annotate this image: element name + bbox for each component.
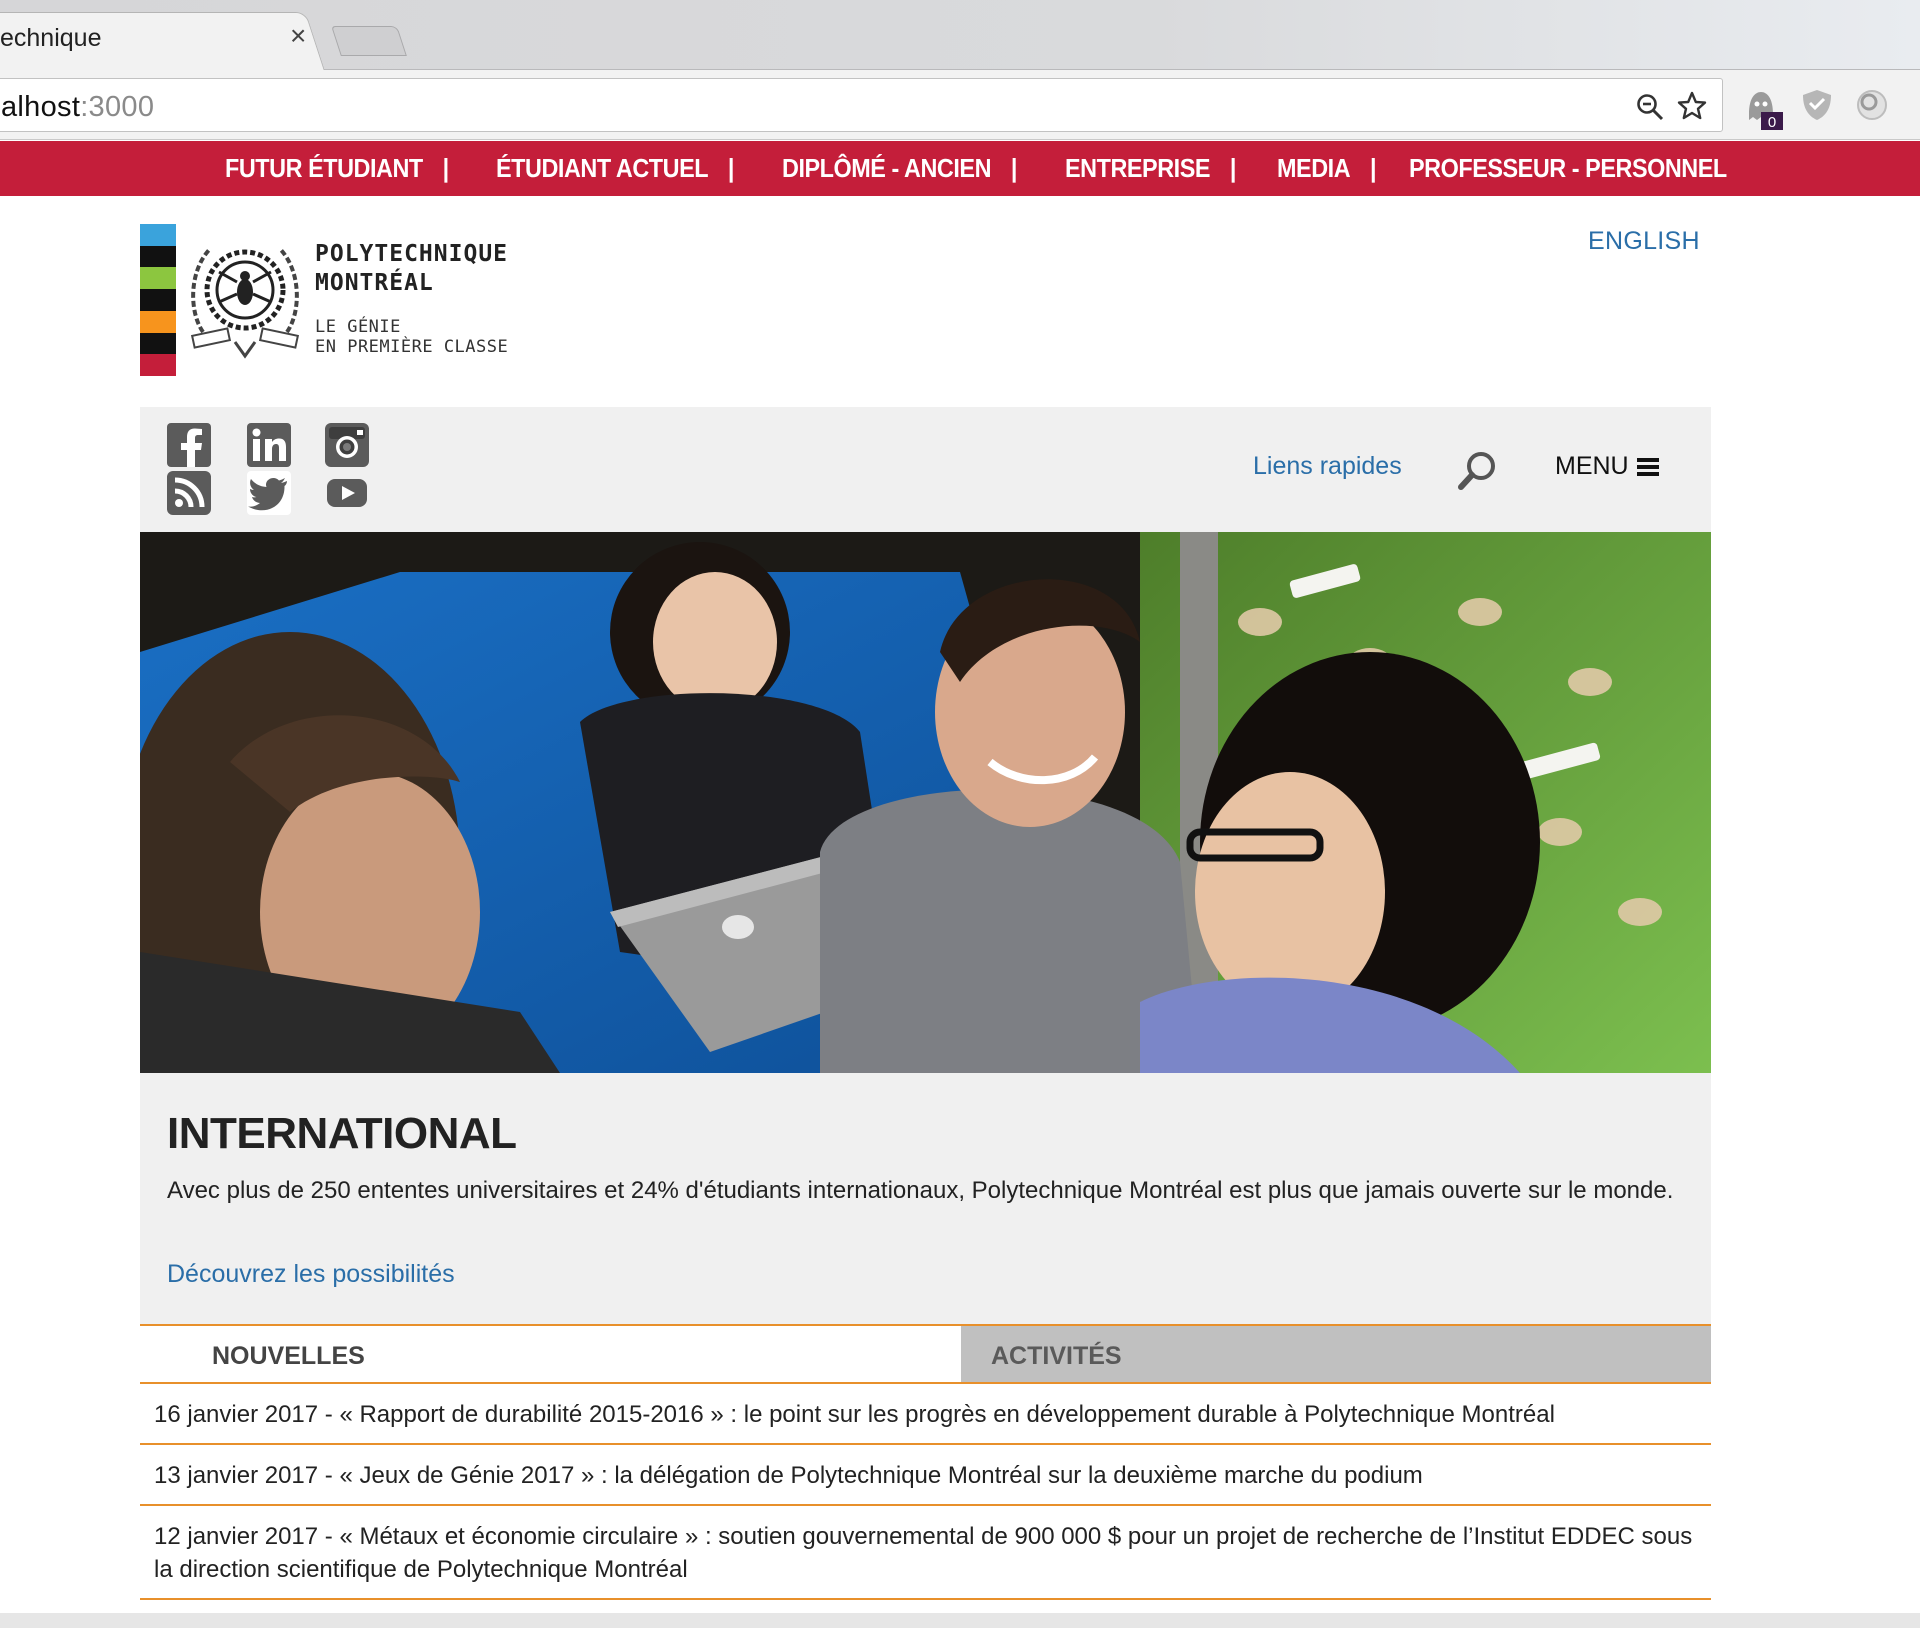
logo-tagline: LE GÉNIE EN PREMIÈRE CLASSE [315,317,508,357]
news-list: 16 janvier 2017 - « Rapport de durabilit… [140,1384,1711,1600]
logo-line-2: MONTRÉAL [315,270,434,296]
close-tab-icon[interactable]: × [290,22,306,50]
extension-badge-count: 0 [1768,114,1776,131]
nav-futur-etudiant[interactable]: FUTUR ÉTUDIANT | [225,153,468,184]
quick-links-link[interactable]: Liens rapides [1253,452,1402,481]
feature-description: Avec plus de 250 ententes universitaires… [167,1177,1674,1204]
hamburger-icon [1636,457,1659,476]
profile-avatar-icon[interactable] [1855,88,1889,122]
search-icon[interactable] [1455,449,1499,493]
language-switch-link[interactable]: ENGLISH [1588,227,1700,256]
nav-separator: | [727,153,734,183]
zoom-out-icon[interactable] [1636,93,1664,121]
nav-separator: | [1010,153,1018,183]
nav-separator: | [1229,153,1237,183]
logo-stripe [140,310,176,333]
bookmark-star-icon[interactable] [1676,90,1708,122]
window-bottom-edge [0,1613,1920,1628]
youtube-icon[interactable] [325,471,369,515]
news-item[interactable]: 13 janvier 2017 - « Jeux de Génie 2017 »… [140,1445,1711,1506]
news-activities-tabs: NOUVELLES ACTIVITÉS [140,1324,1711,1384]
utility-bar: Liens rapides MENU [140,407,1711,532]
facebook-icon[interactable] [167,423,211,467]
new-tab-button[interactable] [331,26,407,56]
tab-nouvelles[interactable]: NOUVELLES [140,1326,961,1382]
browser-tab-title[interactable]: echnique [0,24,101,53]
shield-extension-icon[interactable] [1800,88,1834,122]
logo-stripe [140,332,176,355]
ghostery-extension-icon[interactable]: 0 [1745,88,1785,132]
hero-photo [140,532,1711,1073]
nav-entreprise[interactable]: ENTREPRISE | [1065,153,1256,184]
logo-line-1: POLYTECHNIQUE [315,241,509,267]
tagline-line-2: EN PREMIÈRE CLASSE [315,337,509,357]
nav-separator: | [442,153,450,183]
tab-activites[interactable]: ACTIVITÉS [961,1326,1711,1382]
browser-tabstrip: echnique × [0,0,1920,71]
address-bar[interactable]: alhost:3000 [0,78,1723,132]
audience-nav-list: FUTUR ÉTUDIANT | ÉTUDIANT ACTUEL | DIPLÔMÉ… [225,153,1762,184]
feature-cta-link[interactable]: Découvrez les possibilités [167,1260,455,1289]
instagram-icon[interactable] [325,423,369,467]
feature-title: INTERNATIONAL [167,1109,517,1158]
logo-color-stripes [140,224,176,376]
twitter-icon[interactable] [247,471,291,515]
nav-separator: | [1369,153,1377,183]
logo-stripe [140,289,176,311]
polytechnique-seal-icon[interactable] [185,232,305,362]
logo-stripe [140,245,176,268]
menu-label: MENU [1555,452,1629,480]
nav-diplome-ancien[interactable]: DIPLÔMÉ - ANCIEN | [782,153,1037,184]
logo-stripe [140,224,176,246]
browser-toolbar: alhost:3000 0 [0,70,1920,140]
logo-stripe [140,267,176,290]
news-item[interactable]: 16 janvier 2017 - « Rapport de durabilit… [140,1384,1711,1445]
logo-wordmark[interactable]: POLYTECHNIQUE MONTRÉAL [315,240,508,298]
nav-etudiant-actuel[interactable]: ÉTUDIANT ACTUEL | [496,153,754,184]
linkedin-icon[interactable] [247,423,291,467]
students-photo-illustration [140,532,1711,1073]
tagline-line-1: LE GÉNIE [315,317,401,337]
url-text[interactable]: alhost:3000 [1,91,154,124]
menu-button[interactable]: MENU [1555,452,1659,481]
logo-stripe [140,354,176,376]
feature-international: INTERNATIONAL Avec plus de 250 ententes … [140,1073,1711,1325]
news-item[interactable]: 12 janvier 2017 - « Métaux et économie c… [140,1506,1711,1600]
nav-media[interactable]: MEDIA | [1277,153,1396,184]
nav-professeur-personnel[interactable]: PROFESSEUR - PERSONNEL [1409,153,1727,184]
rss-icon[interactable] [167,471,211,515]
audience-nav: FUTUR ÉTUDIANT | ÉTUDIANT ACTUEL | DIPLÔMÉ… [0,141,1920,196]
